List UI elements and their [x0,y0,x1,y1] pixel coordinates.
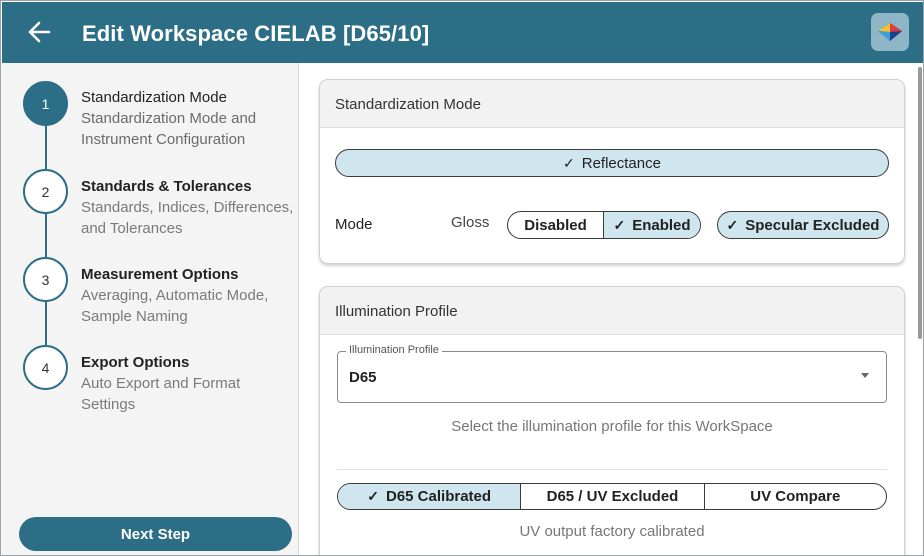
step-2-subtitle: Standards, Indices, Differences, and Tol… [81,199,294,237]
step-1-circle[interactable]: 1 [23,81,68,126]
uv-mode-segmented-control: ✓ D65 Calibrated D65 / UV Excluded UV Co… [337,483,887,510]
main-content: Standardization Mode ✓ Reflectance Mode … [300,63,923,555]
specular-excluded-toggle[interactable]: ✓ Specular Excluded [717,211,889,239]
illumination-card: Illumination Profile Illumination Profil… [319,286,905,555]
gloss-disabled-label: Disabled [524,216,587,234]
step-2[interactable]: Standards & Tolerances Standards, Indice… [81,177,296,239]
illumination-profile-value: D65 [349,369,377,386]
step-3-circle[interactable]: 3 [23,257,68,302]
step-3[interactable]: Measurement Options Averaging, Automatic… [81,265,296,327]
checkmark-icon: ✓ [613,216,626,233]
gloss-segmented-control: Disabled ✓ Enabled [507,211,701,239]
page-title: Edit Workspace CIELAB [D65/10] [82,21,430,46]
illumination-helper-text: Select the illumination profile for this… [451,418,773,435]
reflectance-label: Reflectance [581,154,661,172]
app-window: Edit Workspace CIELAB [D65/10] 1 Standar… [0,0,924,556]
step-1[interactable]: Standardization Mode Standardization Mod… [81,88,296,150]
arrow-left-icon [28,21,51,43]
step-4-title: Export Options [81,354,190,371]
step-connector [45,213,47,257]
stepper-sidebar: 1 Standardization Mode Standardization M… [2,63,299,555]
illumination-profile-field-label: Illumination Profile [346,344,442,356]
step-4[interactable]: Export Options Auto Export and Format Se… [81,353,296,415]
mode-label: Mode [335,216,373,233]
d65-calibrated-label: D65 Calibrated [386,488,492,505]
reflectance-toggle[interactable]: ✓ Reflectance [335,149,889,177]
step-connector [45,125,47,169]
step-1-title: Standardization Mode [81,89,227,106]
uv-compare-option[interactable]: UV Compare [703,484,886,509]
divider [337,469,887,470]
app-header: Edit Workspace CIELAB [D65/10] [2,2,923,63]
gloss-enabled-label: Enabled [632,216,691,234]
d65-uv-excluded-option[interactable]: D65 / UV Excluded [520,484,703,509]
next-step-button[interactable]: Next Step [19,517,292,551]
step-4-circle[interactable]: 4 [23,345,68,390]
back-button[interactable] [22,14,56,50]
checkmark-icon: ✓ [367,488,379,504]
checkmark-icon: ✓ [726,216,739,233]
gloss-label: Gloss [451,214,490,231]
gloss-disabled-option[interactable]: Disabled [508,212,603,238]
step-3-title: Measurement Options [81,266,239,283]
step-1-subtitle: Standardization Mode and Instrument Conf… [81,110,257,148]
dropdown-arrow-icon [861,373,869,378]
card-header: Illumination Profile [320,287,904,335]
d65-uv-excluded-label: D65 / UV Excluded [546,488,679,505]
color-diamond-logo-icon [878,23,902,41]
illumination-profile-select[interactable]: Illumination Profile D65 [337,344,887,403]
step-2-circle[interactable]: 2 [23,169,68,214]
scrollbar[interactable] [918,67,922,339]
specular-excluded-label: Specular Excluded [745,216,880,234]
app-logo-button[interactable] [871,13,909,51]
step-4-subtitle: Auto Export and Format Settings [81,375,241,413]
step-2-title: Standards & Tolerances [81,178,252,195]
step-connector [45,301,47,345]
step-3-subtitle: Averaging, Automatic Mode, Sample Naming [81,287,269,325]
standardization-card: Standardization Mode ✓ Reflectance Mode … [319,79,905,264]
d65-calibrated-option[interactable]: ✓ D65 Calibrated [338,484,521,509]
checkmark-icon: ✓ [563,154,575,171]
gloss-enabled-option[interactable]: ✓ Enabled [603,212,700,238]
uv-helper-text: UV output factory calibrated [519,523,705,540]
card-header: Standardization Mode [320,80,904,128]
uv-compare-label: UV Compare [750,488,841,505]
